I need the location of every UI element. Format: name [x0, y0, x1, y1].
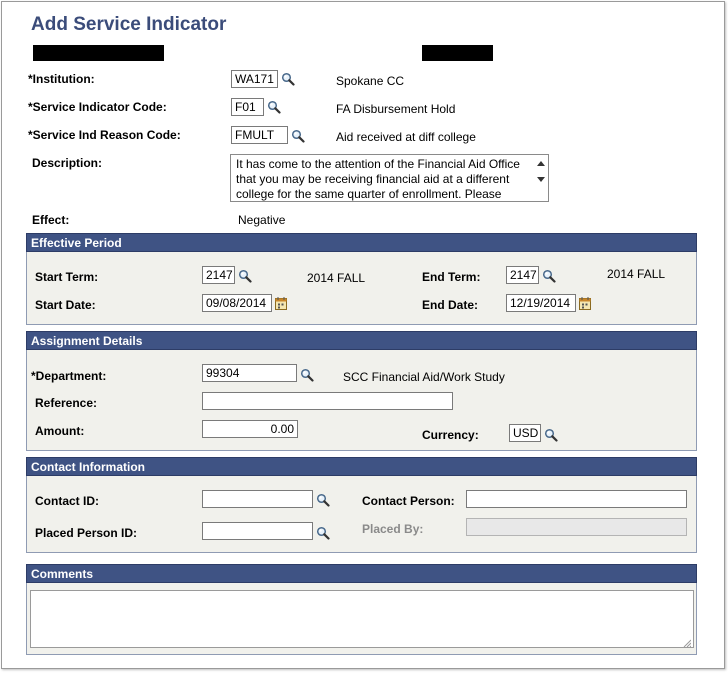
reason-code-description: Aid received at diff college	[336, 130, 476, 144]
page-title: Add Service Indicator	[31, 14, 227, 35]
scroll-up-icon[interactable]	[537, 161, 545, 166]
department-description: SCC Financial Aid/Work Study	[343, 370, 505, 384]
currency-input[interactable]: USD	[509, 424, 541, 442]
start-date-label: Start Date:	[35, 298, 96, 312]
institution-description: Spokane CC	[336, 74, 405, 88]
end-term-description: 2014 FALL	[607, 267, 666, 281]
contact-person-input[interactable]	[466, 490, 687, 508]
service-indicator-code-label: *Service Indicator Code:	[28, 100, 167, 114]
redacted-id-block	[422, 45, 493, 61]
placed-by-label: Placed By:	[362, 522, 424, 536]
end-date-calendar-icon[interactable]	[579, 297, 591, 310]
currency-lookup-icon[interactable]	[544, 428, 558, 442]
end-date-label: End Date:	[422, 298, 479, 312]
resize-grip-icon[interactable]	[683, 639, 691, 647]
service-indicator-code-input[interactable]: F01	[231, 98, 264, 116]
placed-person-id-label: Placed Person ID:	[35, 526, 138, 540]
start-term-label: Start Term:	[35, 270, 99, 284]
redacted-name-block	[33, 45, 164, 61]
department-label: *Department:	[31, 369, 107, 383]
comments-textarea[interactable]	[30, 590, 694, 648]
description-textarea[interactable]: It has come to the attention of the Fina…	[230, 154, 549, 202]
contact-id-label: Contact ID:	[35, 494, 99, 508]
assignment-details-section: Assignment Details	[26, 331, 697, 451]
reason-code-label: *Service Ind Reason Code:	[28, 128, 181, 142]
reason-code-lookup-icon[interactable]	[291, 129, 305, 143]
amount-label: Amount:	[35, 424, 85, 438]
scroll-down-icon[interactable]	[537, 177, 545, 182]
start-term-input[interactable]: 2147	[202, 266, 235, 284]
reference-label: Reference:	[35, 396, 98, 410]
comments-section: Comments	[26, 564, 697, 655]
service-indicator-description: FA Disbursement Hold	[336, 102, 456, 116]
department-input[interactable]: 99304	[202, 364, 297, 382]
effective-period-heading: Effective Period	[26, 233, 697, 252]
currency-label: Currency:	[422, 428, 479, 442]
end-term-lookup-icon[interactable]	[542, 269, 556, 283]
start-term-description: 2014 FALL	[307, 271, 366, 285]
department-lookup-icon[interactable]	[300, 368, 314, 382]
reason-code-input[interactable]: FMULT	[231, 126, 288, 144]
placed-person-id-lookup-icon[interactable]	[316, 526, 330, 540]
institution-lookup-icon[interactable]	[281, 72, 295, 86]
end-term-input[interactable]: 2147	[506, 266, 539, 284]
contact-information-heading: Contact Information	[26, 457, 697, 476]
amount-input[interactable]: 0.00	[202, 420, 298, 438]
contact-id-lookup-icon[interactable]	[316, 493, 330, 507]
start-date-input[interactable]: 09/08/2014	[202, 294, 272, 312]
end-term-label: End Term:	[422, 270, 481, 284]
assignment-details-heading: Assignment Details	[26, 331, 697, 350]
effect-label: Effect:	[32, 213, 70, 227]
effect-value: Negative	[238, 213, 286, 227]
description-text: It has come to the attention of the Fina…	[236, 157, 520, 201]
reference-input[interactable]	[202, 392, 453, 410]
placed-person-id-input[interactable]	[202, 522, 313, 540]
end-date-input[interactable]: 12/19/2014	[506, 294, 576, 312]
contact-id-input[interactable]	[202, 490, 313, 508]
placed-by-field	[466, 518, 687, 536]
description-scrollbar[interactable]	[534, 155, 548, 201]
institution-label: *Institution:	[28, 72, 95, 86]
service-indicator-lookup-icon[interactable]	[267, 100, 281, 114]
start-term-lookup-icon[interactable]	[238, 269, 252, 283]
description-label: Description:	[32, 156, 103, 170]
contact-person-label: Contact Person:	[362, 494, 455, 508]
institution-input[interactable]: WA171	[231, 70, 278, 88]
start-date-calendar-icon[interactable]	[275, 297, 287, 310]
comments-heading: Comments	[26, 564, 697, 583]
